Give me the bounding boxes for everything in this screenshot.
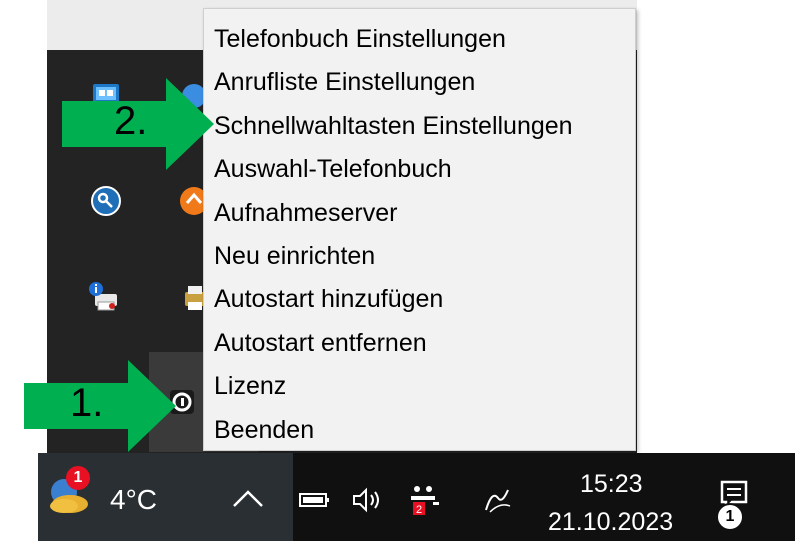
menu-item-beenden[interactable]: Beenden	[214, 410, 624, 450]
menu-item-anrufliste-einstellungen[interactable]: Anrufliste Einstellungen	[214, 62, 624, 102]
menu-item-lizenz[interactable]: Lizenz	[214, 366, 624, 406]
clock-time[interactable]: 15:23	[580, 470, 643, 499]
clock-date[interactable]: 21.10.2023	[548, 508, 673, 537]
app-tray-icon[interactable]: 2	[405, 482, 445, 516]
annotation-label-step-2: 2.	[114, 99, 148, 143]
weather-temperature: 4°C	[110, 484, 157, 515]
notification-count-badge: 1	[716, 503, 744, 531]
annotation-arrow-step-2: 2.	[62, 78, 214, 170]
menu-item-telefonbuch-einstellungen[interactable]: Telefonbuch Einstellungen	[214, 19, 624, 59]
menu-item-aufnahmeserver[interactable]: Aufnahmeserver	[214, 193, 624, 233]
volume-icon[interactable]	[350, 486, 384, 514]
key-icon[interactable]	[87, 182, 125, 220]
battery-icon[interactable]	[298, 490, 332, 510]
annotation-arrow-step-1: 1.	[24, 360, 176, 452]
pen-icon[interactable]	[478, 484, 518, 516]
tray-context-menu: Telefonbuch Einstellungen Anrufliste Ein…	[203, 8, 636, 451]
weather-alert-badge: 1	[66, 466, 90, 490]
menu-item-autostart-entfernen[interactable]: Autostart entfernen	[214, 323, 624, 363]
menu-item-auswahl-telefonbuch[interactable]: Auswahl-Telefonbuch	[214, 149, 624, 189]
menu-item-schnellwahltasten-einstellungen[interactable]: Schnellwahltasten Einstellungen	[214, 106, 624, 146]
menu-item-autostart-hinzufuegen[interactable]: Autostart hinzufügen	[214, 279, 624, 319]
svg-text:2: 2	[416, 504, 422, 516]
menu-item-neu-einrichten[interactable]: Neu einrichten	[214, 236, 624, 276]
annotation-label-step-1: 1.	[70, 381, 104, 425]
show-hidden-icons-chevron[interactable]	[228, 484, 268, 514]
printer-info-icon[interactable]	[85, 278, 123, 316]
